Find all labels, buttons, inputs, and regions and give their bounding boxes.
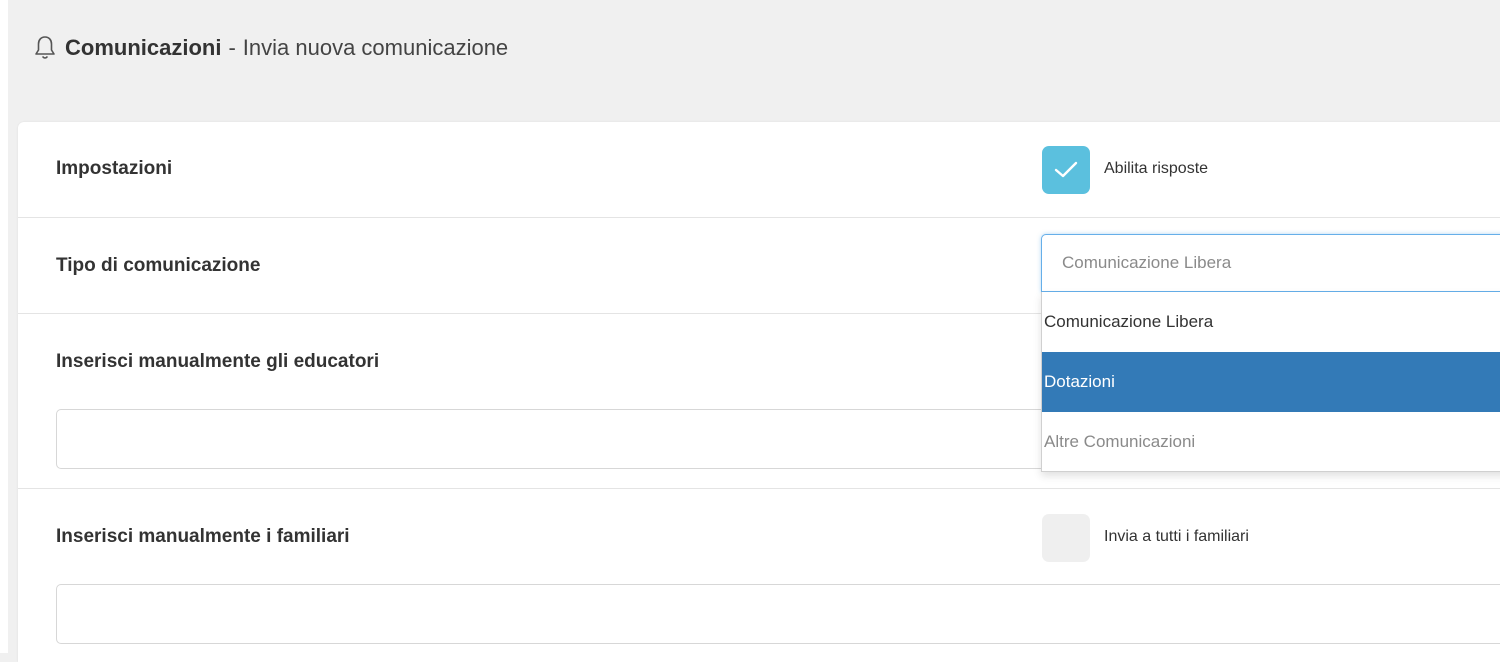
checkmark-icon — [1054, 161, 1078, 178]
communication-type-label: Tipo di comunicazione — [56, 255, 261, 276]
communication-type-select[interactable]: Comunicazione Libera — [1041, 234, 1500, 292]
option-altre-comunicazioni[interactable]: Altre Comunicazioni — [1042, 412, 1500, 472]
page-header: Comunicazioni - Invia nuova comunicazion… — [33, 28, 508, 68]
option-dotazioni[interactable]: Dotazioni — [1042, 352, 1500, 412]
send-all-families-label: Invia a tutti i familiari — [1104, 528, 1249, 545]
enable-replies-label: Abilita risposte — [1104, 160, 1209, 177]
title-separator: - — [228, 35, 236, 60]
page-subtitle: Invia nuova comunicazione — [242, 35, 509, 60]
option-label: Comunicazione Libera — [1044, 312, 1214, 331]
settings-label: Impostazioni — [56, 158, 173, 179]
communication-type-dropdown: Comunicazione Libera Dotazioni Altre Com… — [1041, 292, 1500, 472]
settings-row: Impostazioni Abilita risposte — [18, 122, 1500, 218]
bell-icon — [35, 36, 55, 59]
send-all-families-checkbox[interactable] — [1042, 514, 1090, 562]
families-input[interactable] — [56, 584, 1500, 644]
page-title: Comunicazioni — [65, 35, 222, 60]
option-comunicazione-libera[interactable]: Comunicazione Libera — [1042, 292, 1500, 352]
select-current-value: Comunicazione Libera — [1062, 253, 1232, 272]
option-label: Dotazioni — [1044, 372, 1115, 391]
educators-label: Inserisci manualmente gli educatori — [56, 351, 380, 372]
families-row: Inserisci manualmente i familiari Invia … — [18, 488, 1500, 662]
left-edge — [0, 0, 8, 653]
enable-replies-checkbox[interactable] — [1042, 146, 1090, 194]
option-label: Altre Comunicazioni — [1044, 432, 1196, 451]
families-label: Inserisci manualmente i familiari — [56, 526, 350, 547]
